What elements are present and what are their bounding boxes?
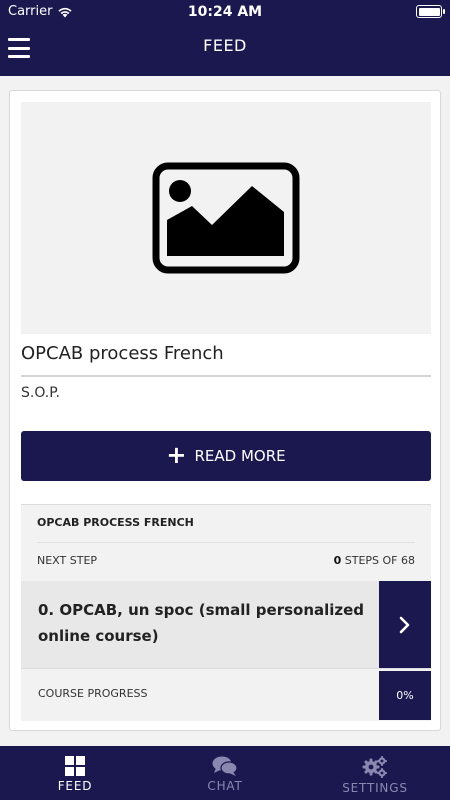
step-title: 0. OPCAB, un spoc (small personalized on… (38, 601, 365, 645)
status-bar: Carrier 10:24 AM (0, 0, 450, 24)
feed-content[interactable]: OPCAB process French S.O.P. + READ MORE … (0, 76, 450, 746)
battery-icon (416, 5, 445, 18)
post-image (21, 102, 431, 334)
course-progress-row: COURSE PROGRESS 0% (21, 668, 431, 721)
course-name: OPCAB PROCESS FRENCH (37, 516, 194, 529)
steps-count: 0 STEPS OF 68 (334, 554, 415, 567)
tab-bar: FEED CHAT SETTINGS (0, 746, 450, 800)
gears-icon (362, 756, 387, 778)
post-title: OPCAB process French (21, 343, 224, 364)
read-more-label: READ MORE (194, 447, 286, 465)
progress-value: 0% (379, 671, 431, 720)
chevron-right-icon (399, 616, 410, 633)
tab-feed[interactable]: FEED (0, 746, 150, 800)
chat-bubbles-icon (212, 756, 238, 776)
divider (21, 375, 431, 377)
tab-chat[interactable]: CHAT (150, 746, 300, 800)
tab-label: CHAT (207, 779, 243, 793)
plus-icon: + (166, 441, 187, 469)
steps-current: 0 (333, 554, 342, 567)
step-open-button[interactable] (379, 581, 431, 668)
course-box: OPCAB PROCESS FRENCH NEXT STEP 0 STEPS O… (21, 504, 431, 721)
read-more-button[interactable]: + READ MORE (21, 431, 431, 481)
tab-label: SETTINGS (342, 781, 408, 795)
post-subtitle: S.O.P. (21, 385, 60, 401)
nav-bar: FEED (0, 24, 450, 76)
divider (37, 542, 415, 543)
steps-suffix: STEPS OF 68 (344, 554, 415, 567)
next-step-row[interactable]: 0. OPCAB, un spoc (small personalized on… (21, 581, 431, 668)
next-step-label: NEXT STEP (37, 554, 98, 567)
status-time: 10:24 AM (187, 4, 263, 20)
page-title: FEED (203, 36, 247, 55)
image-placeholder-icon (152, 162, 300, 274)
tab-settings[interactable]: SETTINGS (300, 746, 450, 800)
progress-label: COURSE PROGRESS (38, 687, 148, 700)
tab-label: FEED (57, 779, 93, 793)
feed-card: OPCAB process French S.O.P. + READ MORE … (9, 90, 441, 731)
grid-icon (65, 756, 85, 776)
